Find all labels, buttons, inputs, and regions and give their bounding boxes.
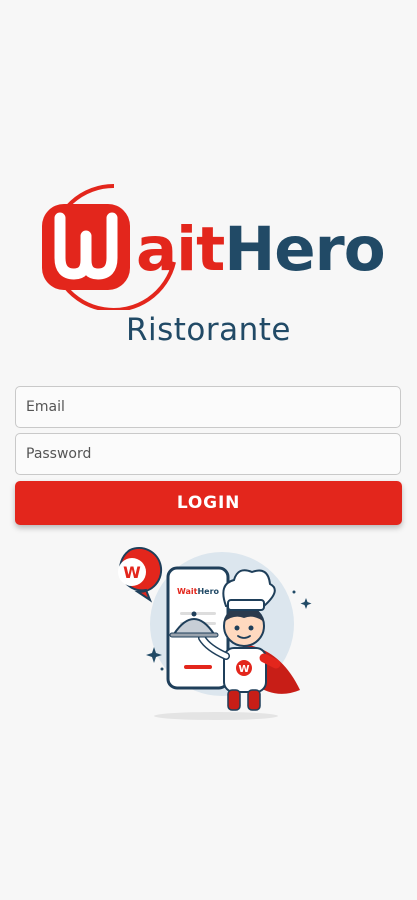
phone-logo: WaitHero: [177, 587, 220, 596]
logo-wordmark: aitHero: [136, 214, 385, 285]
page-subtitle: Ristorante: [125, 312, 292, 348]
svg-text:W: W: [238, 664, 249, 675]
waithero-logo: aitHero: [16, 178, 406, 310]
password-field[interactable]: [15, 433, 401, 475]
login-button[interactable]: LOGIN: [15, 481, 402, 525]
email-field[interactable]: [15, 386, 401, 428]
svg-text:W: W: [123, 563, 141, 582]
chef-hero-illustration: WaitHero W W: [104, 544, 314, 724]
